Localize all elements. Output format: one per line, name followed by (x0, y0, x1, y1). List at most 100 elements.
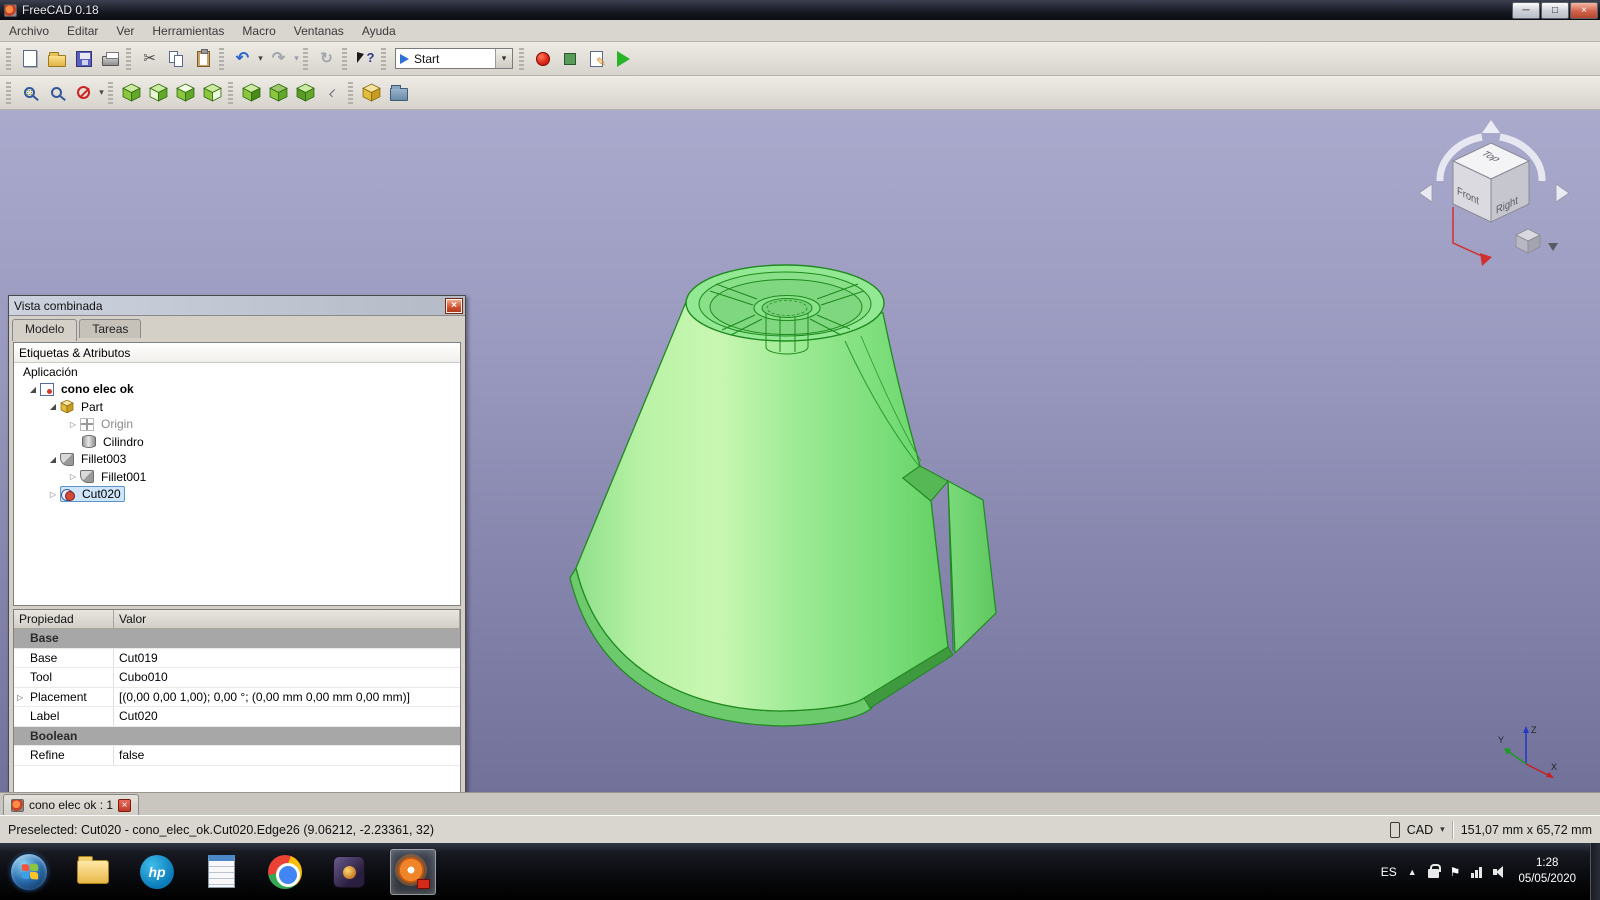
macro-record-button[interactable] (529, 45, 556, 72)
3d-viewport[interactable]: Top Front Right Z X Y Vista combinada × … (0, 110, 1600, 792)
macro-edit-button[interactable] (583, 45, 610, 72)
view-top-button[interactable] (172, 79, 199, 106)
cut-button[interactable]: ✂ (136, 45, 163, 72)
toolbar-handle[interactable] (6, 82, 11, 104)
tree-item-origin[interactable]: ▷ Origin (14, 416, 460, 434)
minimize-button[interactable]: ─ (1512, 2, 1540, 19)
menu-ver[interactable]: Ver (107, 21, 143, 41)
view-front-button[interactable] (145, 79, 172, 106)
expander-icon[interactable]: ▷ (46, 490, 60, 499)
property-row-tool[interactable]: Tool Cubo010 (14, 668, 460, 688)
expander-icon[interactable]: ◢ (26, 385, 40, 394)
view-bottom-button[interactable] (265, 79, 292, 106)
view-axonometric-button[interactable] (118, 79, 145, 106)
toolbar-handle[interactable] (6, 48, 11, 70)
lock-icon[interactable] (1428, 869, 1439, 878)
rotate-left-arrow[interactable] (1419, 184, 1432, 202)
tree-item-cono-elec-ok[interactable]: ◢ cono elec ok (14, 381, 460, 399)
document-tab[interactable]: cono elec ok : 1 × (3, 794, 139, 815)
tree-item-part[interactable]: ◢ Part (14, 398, 460, 416)
workbench-selector[interactable]: Start ▾ (395, 48, 513, 69)
workbench-dropdown-arrow[interactable]: ▾ (495, 49, 512, 68)
view-right-button[interactable] (199, 79, 226, 106)
taskbar-clock[interactable]: 1:28 05/05/2020 (1518, 856, 1576, 887)
toolbar-handle[interactable] (303, 48, 308, 70)
redo-button[interactable]: ↷ (265, 45, 292, 72)
property-group-base[interactable]: Base (14, 629, 460, 649)
network-icon[interactable] (1471, 866, 1482, 878)
tab-tareas[interactable]: Tareas (79, 319, 141, 338)
menu-herramientas[interactable]: Herramientas (143, 21, 233, 41)
navigation-cube[interactable]: Top Front Right (1416, 115, 1572, 267)
copy-button[interactable] (163, 45, 190, 72)
toolbar-handle[interactable] (228, 82, 233, 104)
group-button[interactable] (385, 79, 412, 106)
menu-ventanas[interactable]: Ventanas (285, 21, 353, 41)
expander-icon[interactable]: ◢ (46, 402, 60, 411)
navigation-style-dropdown-arrow[interactable]: ▾ (1440, 824, 1445, 835)
toolbar-handle[interactable] (126, 48, 131, 70)
macro-run-button[interactable] (610, 45, 637, 72)
taskbar-hp-button[interactable]: hp (134, 849, 180, 895)
view-left-button[interactable] (292, 79, 319, 106)
show-desktop-button[interactable] (1590, 843, 1600, 900)
menu-editar[interactable]: Editar (58, 21, 107, 41)
expander-icon[interactable]: ◢ (46, 455, 60, 464)
taskbar-freecad-button[interactable] (390, 849, 436, 895)
tab-modelo[interactable]: Modelo (12, 319, 77, 341)
toolbar-handle[interactable] (348, 82, 353, 104)
toolbar-handle[interactable] (219, 48, 224, 70)
toolbar-handle[interactable] (519, 48, 524, 70)
panel-close-button[interactable]: × (446, 299, 462, 313)
start-button[interactable] (6, 849, 52, 895)
tree-item-fillet003[interactable]: ◢ Fillet003 (14, 451, 460, 469)
draw-style-button[interactable] (70, 79, 97, 106)
tree-root-aplicacion[interactable]: Aplicación (14, 363, 460, 381)
window-titlebar[interactable]: FreeCAD 0.18 ─ □ × (0, 0, 1600, 20)
property-row-base[interactable]: Base Cut019 (14, 649, 460, 669)
expander-icon[interactable]: ▷ (66, 472, 80, 481)
toolbar-handle[interactable] (381, 48, 386, 70)
tree-item-fillet001[interactable]: ▷ Fillet001 (14, 468, 460, 486)
menu-macro[interactable]: Macro (233, 21, 284, 41)
taskbar-explorer-button[interactable] (70, 849, 116, 895)
property-row-refine[interactable]: Refine false (14, 746, 460, 766)
expander-icon[interactable]: ▷ (17, 693, 23, 702)
measure-button[interactable]: ⌐ (319, 79, 346, 106)
tray-overflow-arrow[interactable]: ▲ (1408, 867, 1417, 877)
close-button[interactable]: × (1570, 2, 1598, 19)
refresh-button[interactable]: ↻ (313, 45, 340, 72)
menu-archivo[interactable]: Archivo (0, 21, 58, 41)
taskbar-chrome-button[interactable] (262, 849, 308, 895)
maximize-button[interactable]: □ (1541, 2, 1569, 19)
zoom-button[interactable] (43, 79, 70, 106)
undo-dropdown[interactable]: ▾ (256, 53, 265, 64)
language-indicator[interactable]: ES (1381, 865, 1397, 879)
draw-style-dropdown[interactable]: ▾ (97, 87, 106, 98)
navcube-mini-cube[interactable] (1516, 229, 1540, 253)
toolbar-handle[interactable] (342, 48, 347, 70)
taskbar-app-button[interactable] (326, 849, 372, 895)
fit-all-button[interactable] (16, 79, 43, 106)
part-box-button[interactable] (358, 79, 385, 106)
navigation-style-selector[interactable]: CAD (1407, 823, 1433, 837)
toolbar-handle[interactable] (108, 82, 113, 104)
panel-titlebar[interactable]: Vista combinada × (9, 296, 465, 316)
redo-dropdown[interactable]: ▾ (292, 53, 301, 64)
document-tab-close-button[interactable]: × (118, 799, 131, 812)
new-document-button[interactable] (16, 45, 43, 72)
flag-icon[interactable]: ⚑ (1450, 865, 1461, 879)
open-document-button[interactable] (43, 45, 70, 72)
tree-item-cut020[interactable]: ▷ Cut020 (14, 486, 460, 504)
whats-this-button[interactable]: ? (352, 45, 379, 72)
print-button[interactable] (97, 45, 124, 72)
navcube-menu-arrow[interactable] (1548, 243, 1558, 251)
rotate-right-arrow[interactable] (1556, 184, 1569, 202)
expander-icon[interactable]: ▷ (66, 420, 80, 429)
taskbar-notepad-button[interactable] (198, 849, 244, 895)
undo-button[interactable]: ↶ (229, 45, 256, 72)
view-rear-button[interactable] (238, 79, 265, 106)
macro-stop-button[interactable] (556, 45, 583, 72)
property-row-placement[interactable]: ▷Placement [(0,00 0,00 1,00); 0,00 °; (0… (14, 688, 460, 708)
tree-item-cilindro[interactable]: Cilindro (14, 433, 460, 451)
